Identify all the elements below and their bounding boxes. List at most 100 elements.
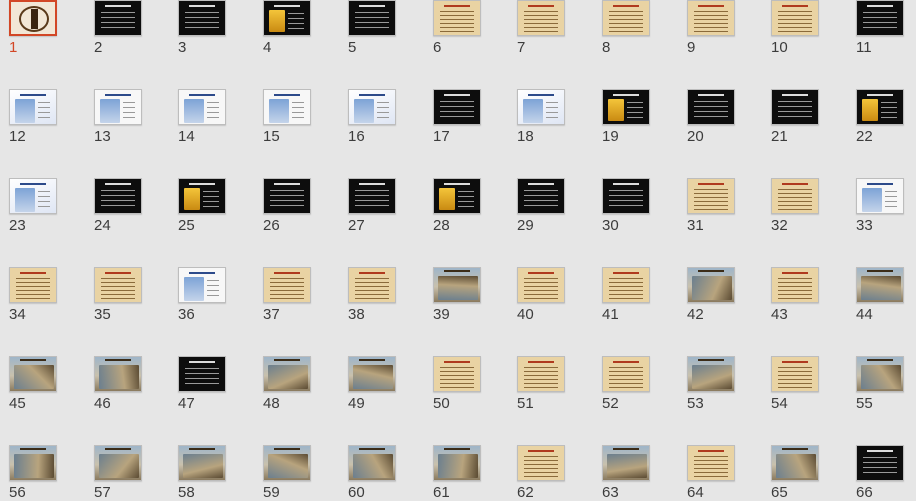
slide-thumbnail[interactable]: 1 [9,0,61,56]
slide-thumbnail[interactable]: 17 [433,89,485,145]
slide-preview[interactable] [348,178,396,214]
slide-thumbnail[interactable]: 41 [602,267,654,323]
slide-thumbnail[interactable]: 37 [263,267,315,323]
slide-thumbnail[interactable]: 66 [856,445,908,501]
slide-preview[interactable] [687,0,735,36]
slide-thumbnail[interactable]: 33 [856,178,908,234]
slide-thumbnail[interactable]: 35 [94,267,146,323]
slide-preview[interactable] [94,445,142,481]
slide-preview[interactable] [602,445,650,481]
slide-thumbnail[interactable]: 46 [94,356,146,412]
slide-thumbnail[interactable]: 14 [178,89,230,145]
slide-preview[interactable] [687,445,735,481]
slide-thumbnail[interactable]: 58 [178,445,230,501]
slide-thumbnail[interactable]: 64 [687,445,739,501]
slide-preview[interactable] [856,445,904,481]
slide-thumbnail[interactable]: 44 [856,267,908,323]
slide-thumbnail[interactable]: 48 [263,356,315,412]
slide-preview[interactable] [9,178,57,214]
slide-preview[interactable] [433,178,481,214]
slide-thumbnail[interactable]: 5 [348,0,400,56]
slide-thumbnail[interactable]: 30 [602,178,654,234]
slide-thumbnail[interactable]: 50 [433,356,485,412]
slide-preview[interactable] [856,267,904,303]
slide-thumbnail[interactable]: 34 [9,267,61,323]
slide-preview[interactable] [517,267,565,303]
slide-thumbnail[interactable]: 15 [263,89,315,145]
slide-thumbnail[interactable]: 23 [9,178,61,234]
slide-thumbnail[interactable]: 4 [263,0,315,56]
slide-preview[interactable] [687,89,735,125]
slide-thumbnail[interactable]: 55 [856,356,908,412]
slide-thumbnail[interactable]: 57 [94,445,146,501]
slide-thumbnail[interactable]: 54 [771,356,823,412]
slide-preview[interactable] [9,445,57,481]
slide-preview[interactable] [517,178,565,214]
slide-preview[interactable] [433,356,481,392]
slide-preview[interactable] [602,89,650,125]
slide-thumbnail[interactable]: 20 [687,89,739,145]
slide-preview[interactable] [348,356,396,392]
slide-preview[interactable] [687,178,735,214]
slide-preview[interactable] [9,0,57,36]
slide-preview[interactable] [94,356,142,392]
slide-thumbnail[interactable]: 12 [9,89,61,145]
slide-preview[interactable] [178,445,226,481]
slide-preview[interactable] [433,445,481,481]
slide-preview[interactable] [771,356,819,392]
slide-preview[interactable] [517,89,565,125]
slide-preview[interactable] [178,178,226,214]
slide-preview[interactable] [9,89,57,125]
slide-thumbnail[interactable]: 9 [687,0,739,56]
slide-preview[interactable] [771,0,819,36]
slide-thumbnail[interactable]: 45 [9,356,61,412]
slide-preview[interactable] [771,89,819,125]
slide-preview[interactable] [348,0,396,36]
slide-thumbnail[interactable]: 56 [9,445,61,501]
slide-thumbnail[interactable]: 8 [602,0,654,56]
slide-thumbnail[interactable]: 18 [517,89,569,145]
slide-thumbnail[interactable]: 53 [687,356,739,412]
slide-thumbnail[interactable]: 51 [517,356,569,412]
slide-preview[interactable] [348,445,396,481]
slide-preview[interactable] [856,0,904,36]
slide-preview[interactable] [602,0,650,36]
slide-preview[interactable] [856,178,904,214]
slide-thumbnail[interactable]: 16 [348,89,400,145]
slide-thumbnail[interactable]: 61 [433,445,485,501]
slide-preview[interactable] [263,89,311,125]
slide-preview[interactable] [771,445,819,481]
slide-thumbnail[interactable]: 62 [517,445,569,501]
slide-preview[interactable] [9,356,57,392]
slide-thumbnail[interactable]: 24 [94,178,146,234]
slide-preview[interactable] [263,356,311,392]
slide-preview[interactable] [433,267,481,303]
slide-thumbnail[interactable]: 59 [263,445,315,501]
slide-preview[interactable] [856,356,904,392]
slide-thumbnail[interactable]: 42 [687,267,739,323]
slide-thumbnail[interactable]: 43 [771,267,823,323]
slide-preview[interactable] [348,267,396,303]
slide-preview[interactable] [517,0,565,36]
slide-preview[interactable] [178,356,226,392]
slide-thumbnail[interactable]: 3 [178,0,230,56]
slide-preview[interactable] [771,178,819,214]
slide-thumbnail[interactable]: 31 [687,178,739,234]
slide-preview[interactable] [687,356,735,392]
slide-thumbnail[interactable]: 25 [178,178,230,234]
slide-preview[interactable] [433,89,481,125]
slide-thumbnail[interactable]: 32 [771,178,823,234]
slide-thumbnail[interactable]: 38 [348,267,400,323]
slide-thumbnail[interactable]: 26 [263,178,315,234]
slide-preview[interactable] [9,267,57,303]
slide-preview[interactable] [263,178,311,214]
slide-thumbnail[interactable]: 27 [348,178,400,234]
slide-thumbnail[interactable]: 22 [856,89,908,145]
slide-thumbnail[interactable]: 60 [348,445,400,501]
slide-thumbnail[interactable]: 29 [517,178,569,234]
slide-preview[interactable] [771,267,819,303]
slide-thumbnail[interactable]: 39 [433,267,485,323]
slide-preview[interactable] [178,0,226,36]
slide-thumbnail[interactable]: 28 [433,178,485,234]
slide-preview[interactable] [94,178,142,214]
